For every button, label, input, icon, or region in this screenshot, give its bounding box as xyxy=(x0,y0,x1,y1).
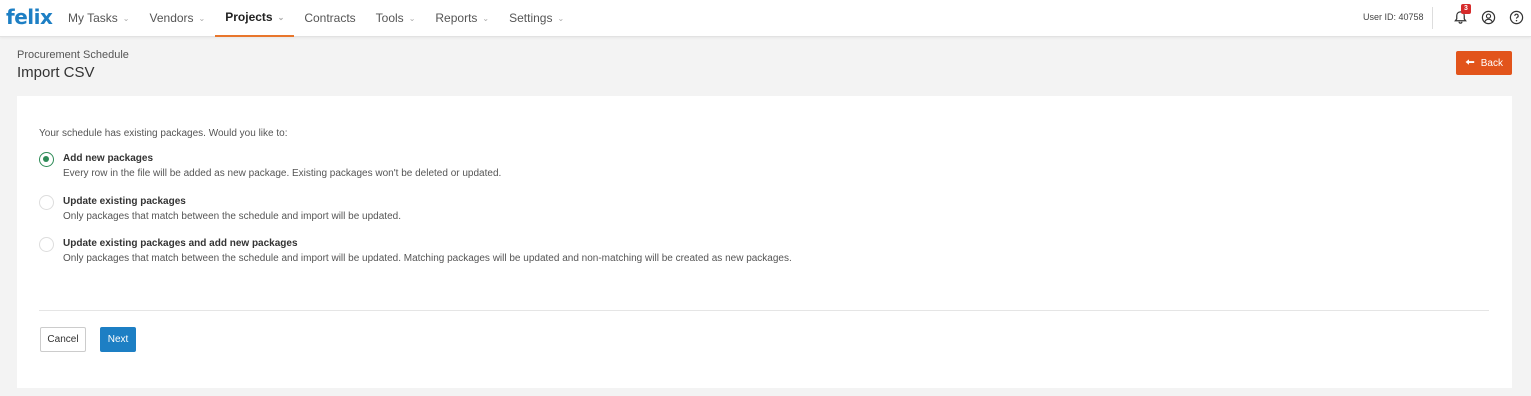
import-options-card: Your schedule has existing packages. Wou… xyxy=(17,96,1512,388)
nav-settings[interactable]: Settings ⌄ xyxy=(499,0,574,37)
nav-label: Settings xyxy=(509,11,553,25)
nav-label: Contracts xyxy=(304,11,356,25)
chevron-down-icon: ⌄ xyxy=(277,13,285,22)
nav-tools[interactable]: Tools ⌄ xyxy=(366,0,426,37)
felix-logo[interactable]: felix xyxy=(6,5,53,29)
nav-label: Tools xyxy=(375,11,404,25)
nav-projects[interactable]: Projects ⌄ xyxy=(215,0,295,37)
nav-label: Vendors xyxy=(149,11,194,25)
main-nav: My Tasks ⌄ Vendors ⌄ Projects ⌄ Contracts T… xyxy=(58,0,574,37)
top-navigation-bar: felix My Tasks ⌄ Vendors ⌄ Projects ⌄ Contr… xyxy=(0,0,1531,37)
nav-label: My Tasks xyxy=(68,11,118,25)
option-label: Update existing packages xyxy=(63,196,186,207)
nav-contracts[interactable]: Contracts xyxy=(294,0,365,37)
help-icon[interactable] xyxy=(1508,9,1524,25)
header-divider xyxy=(1432,7,1433,29)
arrow-left-icon: 🠨 xyxy=(1464,54,1475,69)
radio-update-and-add[interactable] xyxy=(39,237,54,252)
radio-add-new[interactable] xyxy=(39,152,54,167)
next-button[interactable]: Next xyxy=(100,327,136,352)
chevron-down-icon: ⌄ xyxy=(122,14,130,23)
chevron-down-icon: ⌄ xyxy=(408,14,416,23)
breadcrumb[interactable]: Procurement Schedule xyxy=(17,49,129,61)
option-description: Every row in the file will be added as n… xyxy=(63,168,502,179)
option-description: Only packages that match between the sch… xyxy=(63,211,401,222)
import-prompt: Your schedule has existing packages. Wou… xyxy=(39,128,288,139)
chevron-down-icon: ⌄ xyxy=(482,14,490,23)
option-label: Add new packages xyxy=(63,153,154,164)
back-button[interactable]: 🠨 Back xyxy=(1456,51,1512,75)
user-id-label: User ID: 40758 xyxy=(1363,12,1424,22)
cancel-button[interactable]: Cancel xyxy=(40,327,86,352)
radio-update-existing[interactable] xyxy=(39,195,54,210)
nav-vendors[interactable]: Vendors ⌄ xyxy=(140,0,216,37)
notification-badge: 3 xyxy=(1461,4,1471,14)
page-title: Import CSV xyxy=(17,64,95,81)
nav-reports[interactable]: Reports ⌄ xyxy=(425,0,499,37)
nav-my-tasks[interactable]: My Tasks ⌄ xyxy=(58,0,140,37)
chevron-down-icon: ⌄ xyxy=(557,14,565,23)
nav-label: Reports xyxy=(435,11,478,25)
back-button-label: Back xyxy=(1480,57,1503,69)
account-icon[interactable] xyxy=(1480,9,1496,25)
chevron-down-icon: ⌄ xyxy=(198,14,206,23)
form-divider xyxy=(39,310,1489,311)
option-description: Only packages that match between the sch… xyxy=(63,253,792,264)
nav-label: Projects xyxy=(225,10,273,24)
option-label: Update existing packages and add new pac… xyxy=(63,238,298,249)
